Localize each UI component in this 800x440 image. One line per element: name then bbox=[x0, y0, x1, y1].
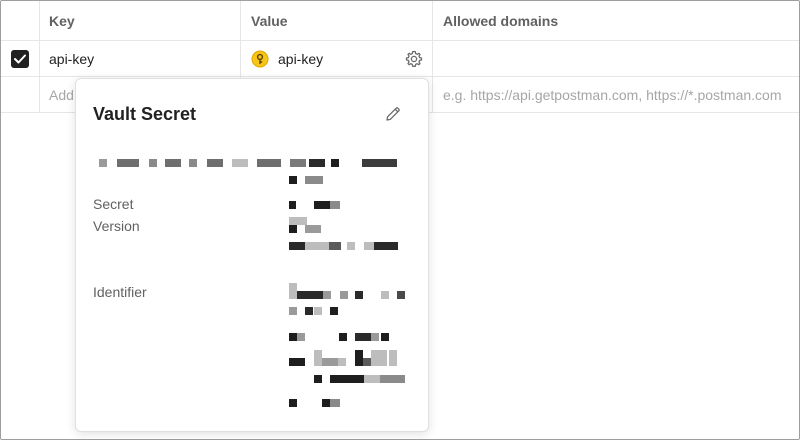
popover-title: Vault Secret bbox=[93, 104, 197, 124]
value-text: api-key bbox=[278, 50, 324, 67]
header-checkbox-cell bbox=[1, 1, 40, 40]
row-enabled-checkbox[interactable] bbox=[11, 49, 29, 68]
redacted-identifier-2 bbox=[289, 307, 409, 315]
redacted-version-value-2 bbox=[289, 225, 409, 233]
column-header-allowed-domains: Allowed domains bbox=[443, 12, 559, 29]
new-allowed-domains-input[interactable]: e.g. https://api.getpostman.com, https:/… bbox=[433, 77, 799, 112]
value-cell[interactable]: api-key bbox=[241, 41, 433, 76]
gear-icon[interactable] bbox=[404, 49, 424, 69]
allowed-domains-placeholder: e.g. https://api.getpostman.com, https:/… bbox=[443, 86, 782, 103]
redacted-identifier-6 bbox=[289, 399, 409, 407]
redacted-secret-value bbox=[289, 201, 349, 209]
new-row-checkbox-cell bbox=[1, 77, 40, 112]
redacted-version-value bbox=[289, 217, 409, 225]
redacted-identifier-1 bbox=[289, 283, 409, 299]
identifier-label: Identifier bbox=[93, 284, 147, 300]
column-header-key: Key bbox=[40, 1, 241, 40]
vault-key-icon bbox=[251, 50, 269, 68]
redacted-identifier-3 bbox=[289, 333, 409, 341]
key-cell[interactable]: api-key bbox=[40, 41, 241, 76]
key-text: api-key bbox=[49, 50, 95, 67]
table-row: api-key api-key bbox=[1, 41, 799, 77]
redacted-vault-path bbox=[99, 159, 399, 167]
allowed-domains-cell[interactable] bbox=[433, 41, 799, 76]
redacted-version-value-3 bbox=[289, 242, 409, 250]
vault-secret-popover: Vault Secret Secret Version Identifier bbox=[75, 78, 429, 432]
new-key-placeholder: Add bbox=[49, 86, 74, 103]
secret-label: Secret bbox=[93, 196, 134, 212]
table-header-row: Key Value Allowed domains bbox=[1, 1, 799, 41]
row-checkbox-cell bbox=[1, 41, 40, 76]
redacted-identifier-4 bbox=[289, 350, 409, 366]
redacted-identifier-5 bbox=[289, 375, 409, 383]
column-header-value: Value bbox=[241, 1, 433, 40]
redacted-vault-path-2 bbox=[289, 176, 329, 184]
pencil-icon[interactable] bbox=[384, 105, 402, 123]
checkmark-icon bbox=[14, 54, 26, 63]
version-label: Version bbox=[93, 218, 140, 234]
